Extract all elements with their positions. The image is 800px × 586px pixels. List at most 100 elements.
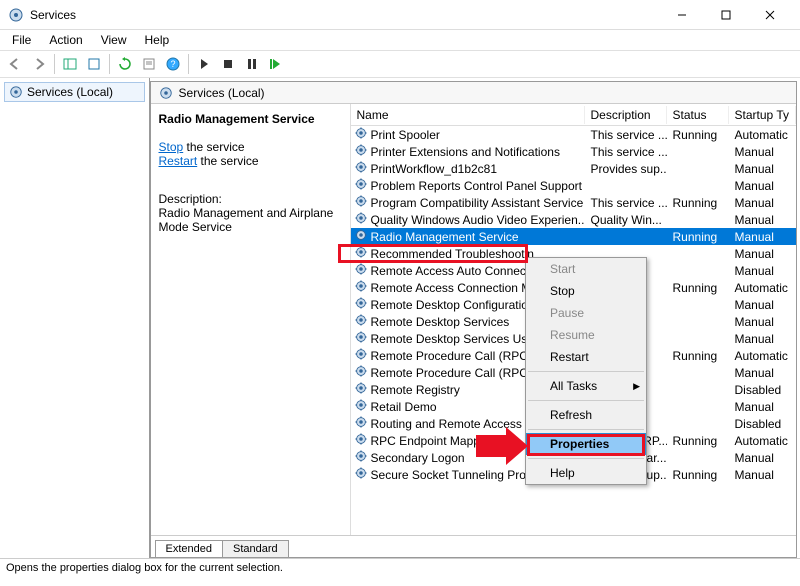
col-header-name[interactable]: Name [351,106,585,124]
service-row[interactable]: Radio Management ServiceRunningManual [351,228,796,245]
gear-icon [354,296,368,313]
gear-icon [354,398,368,415]
service-startup: Manual [729,332,796,346]
ctx-properties[interactable]: Properties [526,433,646,455]
gear-icon [354,228,368,245]
col-header-description[interactable]: Description [585,106,667,124]
ctx-resume[interactable]: Resume [526,324,646,346]
service-name: Printer Extensions and Notifications [371,145,560,159]
service-startup: Manual [729,196,796,210]
context-menu: Start Stop Pause Resume Restart All Task… [525,257,647,485]
maximize-button[interactable] [704,0,748,29]
stop-service-link[interactable]: Stop [159,140,184,154]
status-bar-text: Opens the properties dialog box for the … [6,562,283,574]
toolbar: ? [0,50,800,78]
gear-icon [354,449,368,466]
back-button[interactable] [4,53,26,75]
service-row[interactable]: Printer Extensions and Notifications This… [351,143,796,160]
service-name: Remote Desktop Services [371,315,510,329]
service-name: Print Spooler [371,128,440,142]
pause-service-button[interactable] [241,53,263,75]
status-bar: Opens the properties dialog box for the … [0,558,800,580]
content-header-title: Services (Local) [179,86,265,100]
annotation-arrow [476,427,528,465]
service-status: Running [667,349,729,363]
ctx-refresh[interactable]: Refresh [526,404,646,426]
service-row[interactable]: Quality Windows Audio Video Experien...Q… [351,211,796,228]
minimize-button[interactable] [660,0,704,29]
svg-text:?: ? [170,59,175,69]
service-desc: Provides sup... [585,162,667,176]
selected-service-name: Radio Management Service [159,112,342,126]
service-startup: Manual [729,451,796,465]
column-headers: Name Description Status Startup Ty [351,104,796,126]
service-status: Running [667,128,729,142]
menu-action[interactable]: Action [41,31,90,49]
service-desc: This service ... [585,128,667,142]
tab-standard[interactable]: Standard [222,540,289,557]
service-row[interactable]: Print Spooler This service ...RunningAuto… [351,126,796,143]
service-startup: Manual [729,162,796,176]
export-list-button[interactable] [83,53,105,75]
service-name: Remote Registry [371,383,460,397]
gear-icon [354,160,368,177]
ctx-separator [528,371,644,372]
menu-view[interactable]: View [93,31,135,49]
ctx-separator [528,458,644,459]
stop-service-button[interactable] [217,53,239,75]
ctx-stop[interactable]: Stop [526,280,646,302]
service-startup: Manual [729,400,796,414]
ctx-pause[interactable]: Pause [526,302,646,324]
col-header-startup[interactable]: Startup Ty [729,106,796,124]
window-title: Services [30,8,660,22]
chevron-right-icon: ▶ [633,381,640,392]
ctx-separator [528,400,644,401]
tree-pane: Services (Local) [0,78,150,558]
service-row[interactable]: Program Compatibility Assistant ServiceT… [351,194,796,211]
start-service-button[interactable] [193,53,215,75]
service-startup: Automatic [729,128,796,142]
menu-file[interactable]: File [4,31,39,49]
menu-bar: File Action View Help [0,30,800,50]
service-name: PrintWorkflow_d1b2c81 [371,162,498,176]
tab-extended[interactable]: Extended [155,540,223,557]
content-pane: Services (Local) Radio Management Servic… [150,81,797,558]
service-startup: Disabled [729,383,796,397]
service-startup: Disabled [729,417,796,431]
col-header-status[interactable]: Status [667,106,729,124]
service-row[interactable]: PrintWorkflow_d1b2c81 Provides sup... Manu… [351,160,796,177]
service-startup: Automatic [729,281,796,295]
properties-toolbar-button[interactable] [138,53,160,75]
restart-service-link[interactable]: Restart [159,154,198,168]
service-desc: This service ... [585,145,667,159]
tree-item-services-local[interactable]: Services (Local) [4,82,145,102]
close-button[interactable] [748,0,792,29]
service-startup: Manual [729,247,796,261]
ctx-all-tasks[interactable]: All Tasks▶ [526,375,646,397]
ctx-start[interactable]: Start [526,258,646,280]
service-name: RPC Endpoint Mapper [371,434,491,448]
forward-button[interactable] [28,53,50,75]
service-startup: Manual [729,213,796,227]
service-name: Remote Access Auto Connectio [371,264,539,278]
gear-icon [354,126,368,143]
description-text: Radio Management and Airplane Mode Servi… [159,206,342,234]
help-toolbar-button[interactable]: ? [162,53,184,75]
main-area: Services (Local) Services (Local) Radio … [0,78,800,558]
service-name: Problem Reports Control Panel Support [371,179,582,193]
service-name: Program Compatibility Assistant Service [371,196,584,210]
service-startup: Automatic [729,349,796,363]
service-startup: Manual [729,264,796,278]
service-startup: Manual [729,298,796,312]
services-icon [8,7,24,23]
service-row[interactable]: Problem Reports Control Panel SupportMan… [351,177,796,194]
restart-service-link-line: Restart the service [159,154,342,168]
service-startup: Manual [729,366,796,380]
refresh-button[interactable] [114,53,136,75]
ctx-restart[interactable]: Restart [526,346,646,368]
ctx-help[interactable]: Help [526,462,646,484]
service-desc: This service ... [585,196,667,210]
menu-help[interactable]: Help [137,31,178,49]
show-hide-tree-button[interactable] [59,53,81,75]
restart-service-button[interactable] [265,53,287,75]
